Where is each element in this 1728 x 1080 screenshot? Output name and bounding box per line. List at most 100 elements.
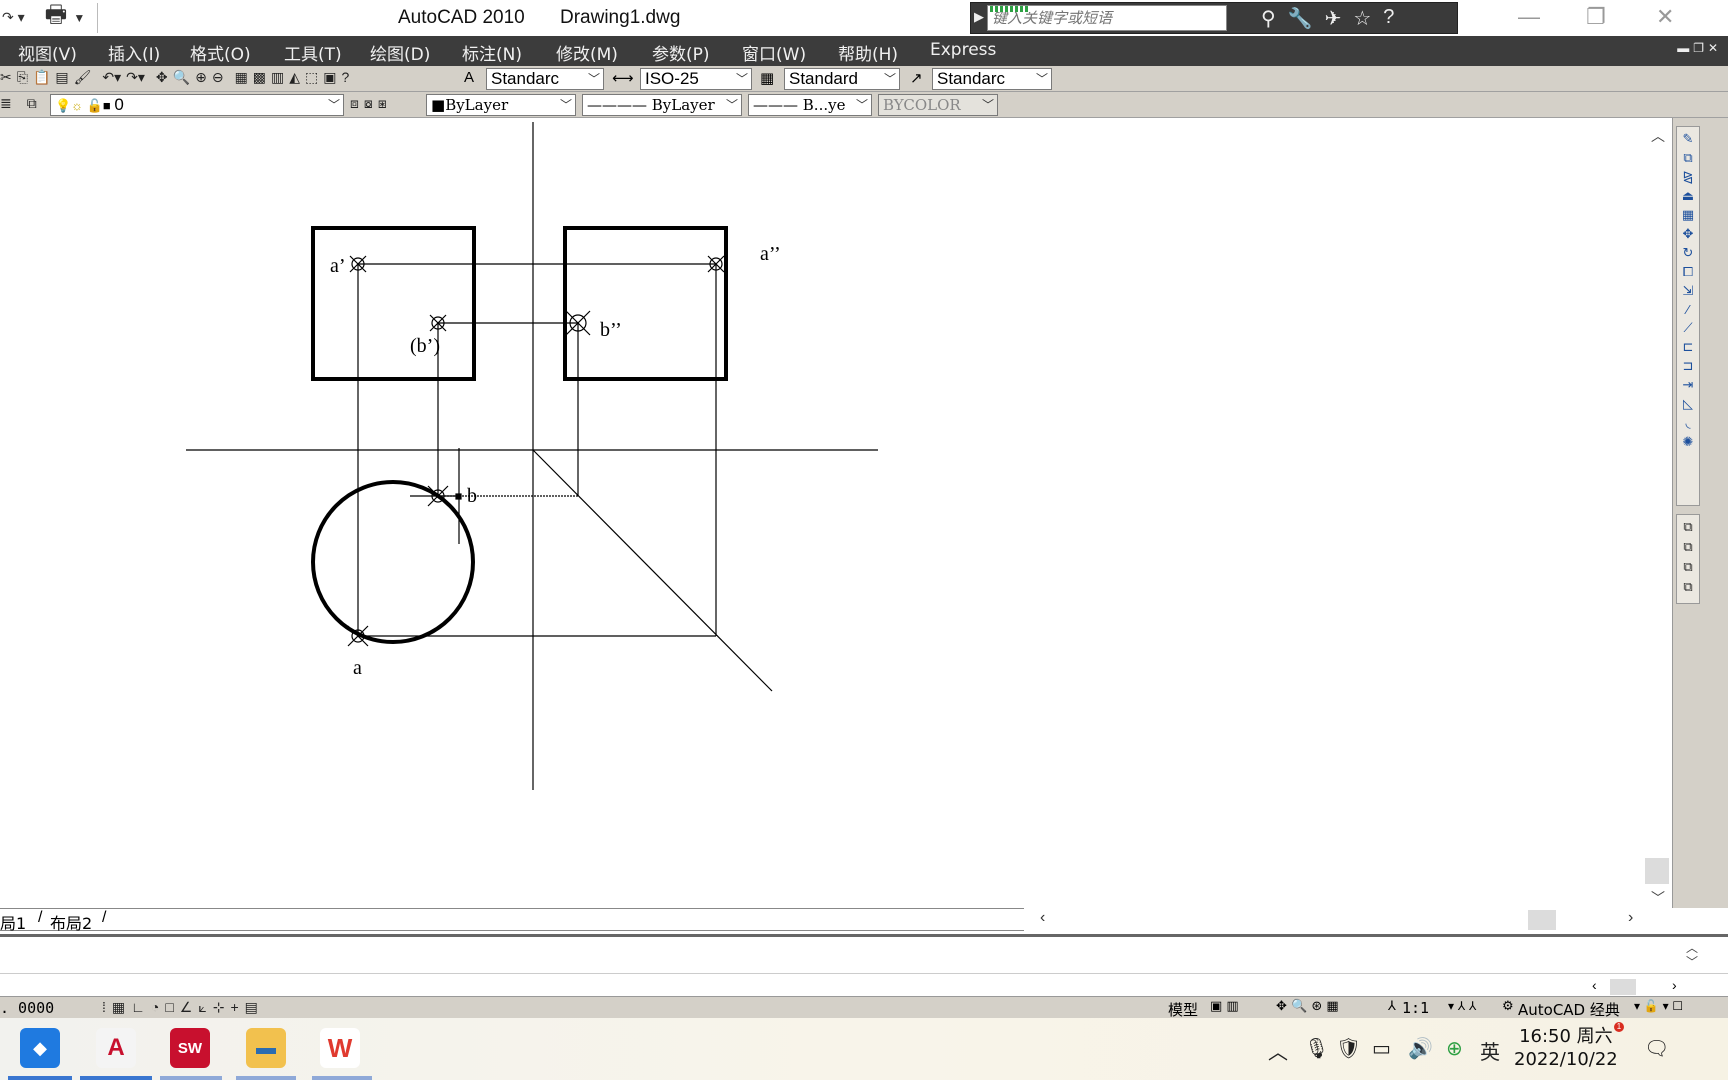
binoculars-icon[interactable]: ⚲ <box>1261 6 1276 31</box>
input-method-icon[interactable]: ⊕ <box>1446 1036 1463 1061</box>
action-center-icon[interactable]: 🗨 <box>1644 1036 1669 1061</box>
pan-icon[interactable]: ✥ <box>156 69 168 86</box>
horizontal-scroll-thumb[interactable] <box>1528 910 1556 930</box>
table-style-select[interactable]: Standard ﹀ <box>784 68 900 90</box>
menu-tools[interactable]: 工具(T) <box>284 40 342 65</box>
array-icon[interactable]: ▦ <box>1682 207 1694 223</box>
layer-select[interactable]: 💡☼ 🔓■ 0 ﹀ <box>50 94 344 116</box>
rotate-icon[interactable]: ↻ <box>1683 245 1694 261</box>
redo-tb-icon[interactable]: ↷▾ <box>126 69 145 86</box>
send-to-back-icon[interactable]: ⧉ <box>1683 539 1692 555</box>
annotation-scale[interactable]: 1:1 <box>1402 999 1429 1017</box>
otrack-icon[interactable]: ∠ <box>180 999 193 1016</box>
dim-style-select[interactable]: ISO-25 ﹀ <box>640 68 752 90</box>
help-icon[interactable]: ? <box>1383 6 1394 31</box>
favorites-icon[interactable]: ☆ <box>1353 6 1371 31</box>
paste-block-icon[interactable]: ▤ <box>55 69 68 86</box>
menu-draw[interactable]: 绘图(D) <box>370 40 430 65</box>
cmd-scroll-down-icon[interactable]: ﹀ <box>1686 953 1698 970</box>
bring-to-front-icon[interactable]: ⧉ <box>1683 519 1692 535</box>
polar-icon[interactable]: ◔ <box>151 999 159 1016</box>
color-select[interactable]: ■ByLayer ﹀ <box>426 94 576 116</box>
design-center-icon[interactable]: ▩ <box>253 69 266 86</box>
menu-insert[interactable]: 插入(I) <box>108 40 160 65</box>
properties-icon[interactable]: ▦ <box>235 69 248 86</box>
mirror-icon[interactable]: ⧎ <box>1683 169 1694 185</box>
zoom-window-icon[interactable]: ⊕ <box>195 69 207 86</box>
annotation-visibility-icons[interactable]: ▾ ⅄ ⅄ <box>1448 999 1476 1013</box>
dyn-icon[interactable]: ⊹ <box>213 999 225 1016</box>
erase-icon[interactable]: ✎ <box>1683 131 1694 147</box>
help-tb-icon[interactable]: ? <box>342 69 350 86</box>
layer-manager-icon[interactable]: ≣ <box>0 95 12 112</box>
scroll-down-icon[interactable]: ﹀ <box>1651 888 1665 908</box>
match-properties-icon[interactable]: 🖌 <box>74 69 92 86</box>
drawing-canvas[interactable]: a’ a’’ (b’) b’’ b a <box>0 118 1670 906</box>
subscription-icon[interactable]: 🔧 <box>1288 6 1313 31</box>
trim-icon[interactable]: ⁄ <box>1687 302 1689 317</box>
wps-icon[interactable]: W <box>320 1028 360 1068</box>
stretch-icon[interactable]: ⇲ <box>1683 283 1694 299</box>
layout-view-icons[interactable]: ▣ ▥ <box>1210 999 1239 1014</box>
text-style-select[interactable]: Standarc ﹀ <box>486 68 604 90</box>
paste-icon[interactable]: 📋 <box>33 69 50 86</box>
move-icon[interactable]: ✥ <box>1683 226 1694 242</box>
workspace-gear-icon[interactable]: ⚙ <box>1502 999 1514 1014</box>
offset-icon[interactable]: ⏏ <box>1682 188 1694 204</box>
model-toggle[interactable]: 模型 <box>1168 999 1198 1020</box>
scale-icon[interactable]: ⧠ <box>1683 264 1693 280</box>
fillet-icon[interactable]: ◟ <box>1685 415 1690 431</box>
workspace-select[interactable]: AutoCAD 经典 <box>1518 999 1620 1020</box>
scroll-left-icon[interactable]: ‹ <box>1040 909 1045 927</box>
vertical-scroll-thumb[interactable] <box>1645 858 1669 884</box>
menu-express[interactable]: Express <box>930 40 996 60</box>
send-under-icon[interactable]: ⧉ <box>1683 579 1692 595</box>
copy-icon[interactable]: ⎘ <box>17 69 28 86</box>
command-line[interactable]: ︿ ﹀ ‹ › <box>0 934 1728 996</box>
zoom-previous-icon[interactable]: ⊖ <box>212 69 224 86</box>
zoom-realtime-icon[interactable]: 🔍 <box>173 69 190 86</box>
menu-format[interactable]: 格式(O) <box>190 40 251 65</box>
horizontal-scrollbar[interactable]: ‹ › <box>1024 908 1672 931</box>
menu-help[interactable]: 帮助(H) <box>838 40 898 65</box>
communication-icon[interactable]: ✈ <box>1325 6 1342 31</box>
markup-icon[interactable]: ⬚ <box>305 69 318 86</box>
vertical-scrollbar[interactable]: ︿ ﹀ <box>1645 122 1671 912</box>
scroll-right-icon[interactable]: › <box>1628 909 1633 927</box>
copy-object-icon[interactable]: ⧉ <box>1683 150 1692 166</box>
tab-layout1[interactable]: 局1 <box>0 910 26 934</box>
explode-icon[interactable]: ✺ <box>1683 434 1694 450</box>
layer-isolate-icon[interactable]: ⧆ <box>378 95 387 112</box>
mdi-window-controls[interactable]: ▬❐✕ <box>1677 41 1722 55</box>
sheet-set-icon[interactable]: ◭ <box>289 69 300 86</box>
join-icon[interactable]: ⇥ <box>1683 377 1694 393</box>
lineweight-select[interactable]: ——— B...ye ﹀ <box>748 94 872 116</box>
scroll-up-icon[interactable]: ︿ <box>1651 126 1665 146</box>
multileader-style-select[interactable]: Standarc ﹀ <box>932 68 1052 90</box>
solidworks-icon[interactable]: SW <box>170 1028 210 1068</box>
tab-layout2[interactable]: 布局2 <box>50 910 92 934</box>
tool-palettes-icon[interactable]: ▥ <box>271 69 284 86</box>
print-icon[interactable]: 🖶 <box>45 0 68 38</box>
status-tray-icons[interactable]: ▾ 🔓 ▾ ☐ <box>1634 999 1683 1013</box>
break-at-point-icon[interactable]: ⊏ <box>1683 339 1694 355</box>
cmd-scroll-right-icon[interactable]: › <box>1672 977 1677 993</box>
qat-dropdown-icon[interactable]: ▼ <box>73 11 85 25</box>
ime-language-indicator[interactable]: 英 <box>1480 1036 1500 1065</box>
redo-icon[interactable]: ↷ ▾ <box>2 9 25 26</box>
snap-icon[interactable]: ⁞ <box>102 999 106 1016</box>
menu-window[interactable]: 窗口(W) <box>742 40 806 65</box>
battery-icon[interactable]: ▭ <box>1372 1036 1391 1061</box>
volume-icon[interactable]: 🔊 <box>1408 1036 1433 1061</box>
close-icon[interactable]: ✕ <box>1656 4 1674 30</box>
break-icon[interactable]: ⊐ <box>1683 358 1694 374</box>
layer-previous-icon[interactable]: ⧇ <box>364 95 373 112</box>
new-icon[interactable]: ✂ <box>0 69 12 86</box>
extend-icon[interactable]: ⟋ <box>1683 320 1692 336</box>
menu-view[interactable]: 视图(V) <box>18 40 77 65</box>
bring-above-icon[interactable]: ⧉ <box>1683 559 1692 575</box>
cmd-scroll-left-icon[interactable]: ‹ <box>1592 977 1597 993</box>
infocenter-expand-icon[interactable]: ▶ <box>974 9 984 25</box>
cmd-scroll-thumb[interactable] <box>1610 979 1636 995</box>
tray-chevron-up-icon[interactable]: ︿ <box>1268 1036 1288 1065</box>
